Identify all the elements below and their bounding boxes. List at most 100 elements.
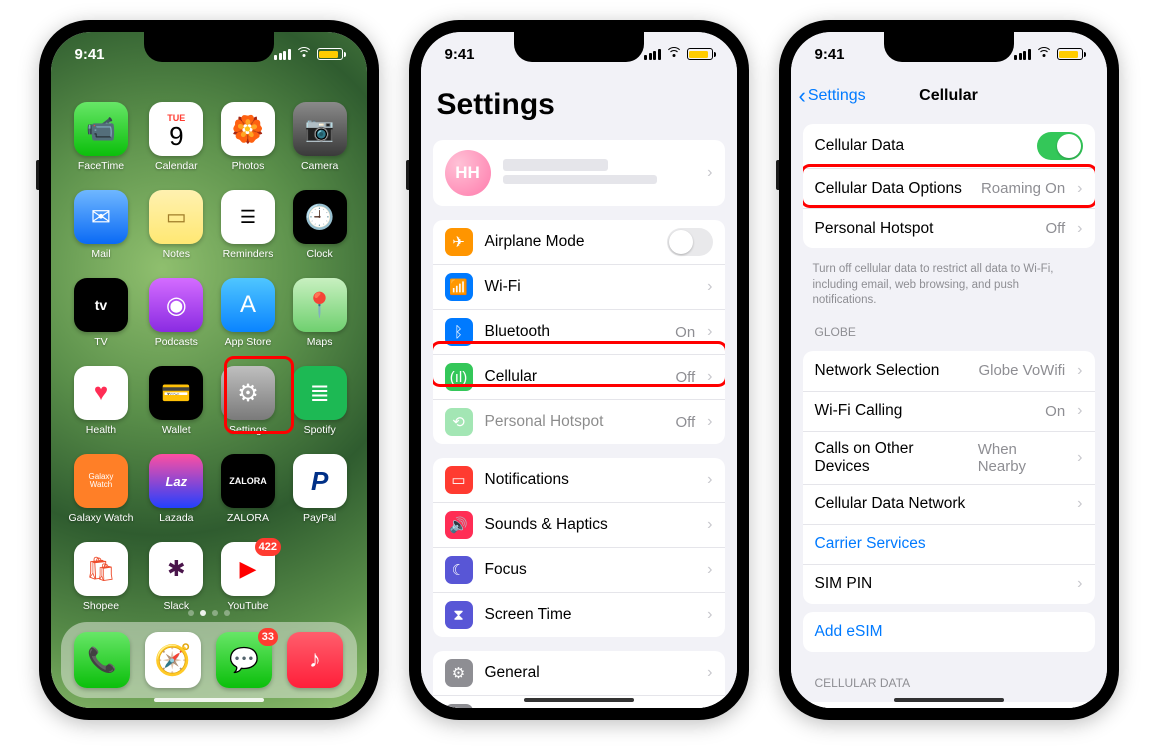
app-label: Lazada <box>159 512 193 524</box>
network-selection-row[interactable]: Network Selection Globe VoWifi › <box>803 351 1095 391</box>
calls-other-devices-row[interactable]: Calls on Other Devices When Nearby › <box>803 431 1095 484</box>
dock-app-messages[interactable]: 💬33 <box>209 632 280 688</box>
app-paypal[interactable]: P PayPal <box>291 454 349 538</box>
back-label: Settings <box>808 87 866 105</box>
page-indicator[interactable] <box>51 610 367 616</box>
airplane-mode-row[interactable]: ✈︎ Airplane Mode <box>433 220 725 264</box>
bluetooth-icon: ᛒ <box>445 318 473 346</box>
health-icon: ♥ <box>74 366 128 420</box>
app-settings[interactable]: ⚙︎Settings <box>219 366 277 450</box>
app-facetime[interactable]: 📹FaceTime <box>69 102 134 186</box>
row-label: Focus <box>485 561 696 579</box>
back-button[interactable]: ‹ Settings <box>799 76 866 116</box>
chevron-right-icon: › <box>1077 575 1082 593</box>
cellular-scroll[interactable]: ‹ Settings Cellular Cellular Data Cellul… <box>791 32 1107 708</box>
wifi-icon <box>296 48 312 60</box>
app-label: Calendar <box>155 160 198 172</box>
wallet-icon: 💳 <box>149 366 203 420</box>
add-esim-row[interactable]: Add eSIM <box>803 612 1095 652</box>
cellular-data-network-row[interactable]: Cellular Data Network › <box>803 484 1095 524</box>
dock-app-phone[interactable]: 📞 <box>67 632 138 688</box>
settings-scroll[interactable]: Settings HH › ✈︎ Airplane Mode <box>421 32 737 708</box>
focus-row[interactable]: ☾ Focus › <box>433 547 725 592</box>
chevron-right-icon: › <box>707 164 712 182</box>
wifi-row[interactable]: 📶 Wi-Fi › <box>433 264 725 309</box>
cellular-data-switch[interactable] <box>1037 132 1083 160</box>
app-label: Notes <box>163 248 190 260</box>
iphone-frame-settings: 9:41 Settings HH › <box>409 20 749 720</box>
app-tv[interactable]: tvTV <box>69 278 134 362</box>
app-label: Camera <box>301 160 338 172</box>
chevron-right-icon: › <box>707 278 712 296</box>
app-label: TV <box>94 336 107 348</box>
app-podcasts[interactable]: ◉Podcasts <box>147 278 205 362</box>
cellular-row[interactable]: (ıl) Cellular Off › <box>433 354 725 399</box>
cellular-icon: (ıl) <box>445 363 473 391</box>
dock: 📞🧭💬33♪ <box>61 622 357 698</box>
app-reminders[interactable]: ☰Reminders <box>219 190 277 274</box>
app-health[interactable]: ♥Health <box>69 366 134 450</box>
app-lazada[interactable]: LazLazada <box>147 454 205 538</box>
spotify-icon: ≣ <box>293 366 347 420</box>
row-label: Airplane Mode <box>485 233 655 251</box>
bluetooth-row[interactable]: ᛒ Bluetooth On › <box>433 309 725 354</box>
battery-icon <box>1057 48 1083 60</box>
row-label: Cellular Data Network <box>815 495 1066 513</box>
apple-id-row[interactable]: HH › <box>433 140 725 206</box>
battery-icon <box>687 48 713 60</box>
settings-icon: ⚙︎ <box>221 366 275 420</box>
app-label: FaceTime <box>78 160 124 172</box>
sim-pin-row[interactable]: SIM PIN › <box>803 564 1095 604</box>
app-mail[interactable]: ✉︎Mail <box>69 190 134 274</box>
dock-app-music[interactable]: ♪ <box>280 632 351 688</box>
cellular-main-group: Cellular Data Cellular Data Options Roam… <box>803 124 1095 248</box>
app-photos[interactable]: 🏵️Photos <box>219 102 277 186</box>
chevron-right-icon: › <box>707 471 712 489</box>
app-label: Photos <box>232 160 265 172</box>
dock-app-safari[interactable]: 🧭 <box>138 632 209 688</box>
status-time: 9:41 <box>445 46 475 63</box>
home-indicator[interactable] <box>524 698 634 702</box>
personal-hotspot-row[interactable]: Personal Hotspot Off › <box>803 208 1095 248</box>
app-zalora[interactable]: ZALORAZALORA <box>219 454 277 538</box>
row-value: Off <box>1045 220 1065 237</box>
row-label: Add eSIM <box>815 623 1083 641</box>
chevron-right-icon: › <box>707 368 712 386</box>
carrier-services-row[interactable]: Carrier Services <box>803 524 1095 564</box>
row-label: General <box>485 664 696 682</box>
app-label: PayPal <box>303 512 336 524</box>
carrier-group: Network Selection Globe VoWifi › Wi-Fi C… <box>803 351 1095 604</box>
screentime-row[interactable]: ⧗ Screen Time › <box>433 592 725 637</box>
home-indicator[interactable] <box>894 698 1004 702</box>
app-label: Wallet <box>162 424 191 436</box>
app-calendar[interactable]: TUE9Calendar <box>147 102 205 186</box>
row-label: Personal Hotspot <box>485 413 664 431</box>
sounds-row[interactable]: 🔊 Sounds & Haptics › <box>433 502 725 547</box>
chevron-right-icon: › <box>1077 449 1082 467</box>
chevron-right-icon: › <box>707 606 712 624</box>
app-maps[interactable]: 📍Maps <box>291 278 349 362</box>
home-indicator[interactable] <box>154 698 264 702</box>
paypal-icon: P <box>293 454 347 508</box>
general-row[interactable]: ⚙︎ General › <box>433 651 725 695</box>
app-appstore[interactable]: AApp Store <box>219 278 277 362</box>
app-wallet[interactable]: 💳 Wallet <box>147 366 205 450</box>
app-clock[interactable]: 🕘Clock <box>291 190 349 274</box>
cellular-data-row[interactable]: Cellular Data <box>803 124 1095 168</box>
messages-icon: 💬33 <box>216 632 272 688</box>
screentime-icon: ⧗ <box>445 601 473 629</box>
notifications-row[interactable]: ▭ Notifications › <box>433 458 725 502</box>
notifications-icon: ▭ <box>445 466 473 494</box>
app-notes[interactable]: ▭Notes <box>147 190 205 274</box>
connectivity-group: ✈︎ Airplane Mode 📶 Wi-Fi › ᛒ Bluetooth O… <box>433 220 725 444</box>
wifi-calling-row[interactable]: Wi-Fi Calling On › <box>803 391 1095 431</box>
cellular-data-options-row[interactable]: Cellular Data Options Roaming On › <box>803 168 1095 208</box>
row-label: Sounds & Haptics <box>485 516 696 534</box>
app-galaxywatch[interactable]: GalaxyWatchGalaxy Watch <box>69 454 134 538</box>
chevron-left-icon: ‹ <box>799 85 806 107</box>
airplane-switch[interactable] <box>667 228 713 256</box>
chevron-right-icon: › <box>707 413 712 431</box>
app-camera[interactable]: 📷Camera <box>291 102 349 186</box>
personal-hotspot-row[interactable]: ⟲ Personal Hotspot Off › <box>433 399 725 444</box>
app-spotify[interactable]: ≣Spotify <box>291 366 349 450</box>
